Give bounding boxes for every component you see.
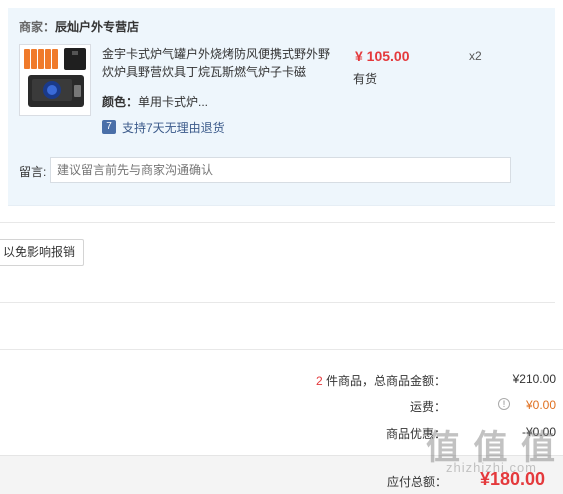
info-icon[interactable]: ! [498,398,510,410]
discount-label: 商品优惠： [385,427,446,441]
stock-status: 有货 [353,72,378,86]
notice-button[interactable]: 以免影响报销 [0,239,85,266]
attr-key: 颜色： [102,95,139,109]
product-attribute: 颜色：单用卡式炉... [102,93,208,110]
unit-price: ¥ 105.00 [355,48,410,64]
goods-count-label: 2 件商品，总商品金额： [300,372,446,389]
product-thumbnail[interactable] [19,44,91,116]
product-title[interactable]: 金宇卡式炉气罐户外烧烤防风便携式野外野炊炉具野营炊具丁烷瓦斯燃气炉子卡磁 [102,45,332,81]
divider [0,302,555,303]
product-image [20,45,90,115]
freight-value: ¥0.00 [525,398,556,412]
freight-label: 运费： [409,400,446,414]
quantity: x2 [469,49,482,63]
discount-value: -¥0.00 [521,425,556,439]
shop-prefix: 商家： [19,20,56,34]
message-label: 留言: [19,165,47,179]
total-bar [0,455,563,494]
attr-value: 单用卡式炉... [138,95,209,109]
return-7day-icon: 7 [102,120,116,134]
message-input[interactable] [50,157,511,183]
divider [0,349,563,350]
return-policy-text: 支持7天无理由退货 [122,120,225,135]
shop-name-text: 辰灿户外专营店 [55,20,140,34]
goods-count: 2 [315,374,323,388]
shop-name: 商家：辰灿户外专营店 [19,18,139,35]
return-policy-badge: 7 支持7天无理由退货 [102,119,225,135]
total-value: ¥180.00 [480,469,546,489]
goods-count-text: 件商品，总商品金额： [322,374,446,388]
goods-total: ¥210.00 [512,372,556,386]
divider [0,222,555,223]
total-label: 应付总额： [387,475,448,489]
